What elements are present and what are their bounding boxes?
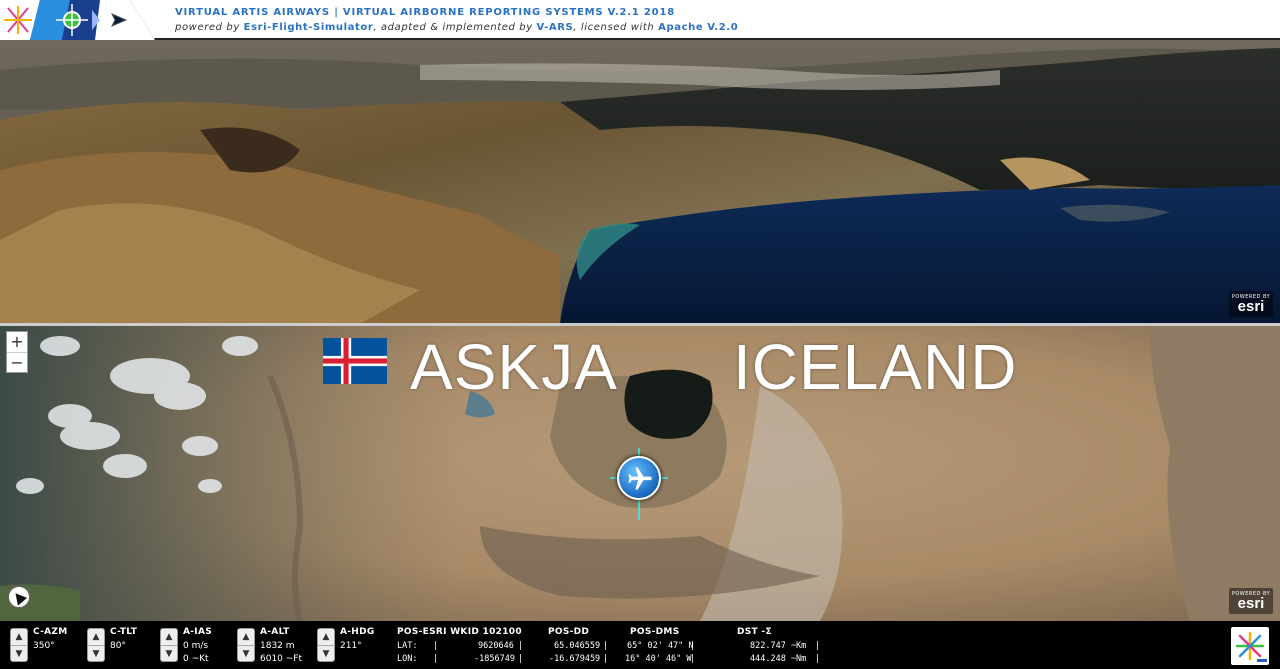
compass-icon[interactable]	[8, 586, 30, 608]
pos-dd-lat-value: 65.046559	[554, 641, 601, 651]
a-hdg-up-button[interactable]: ▲	[318, 629, 334, 645]
app-title: VIRTUAL ARTIS AIRWAYS | VIRTUAL AIRBORNE…	[175, 7, 675, 18]
a-alt-label: A-ALT	[260, 627, 290, 637]
c-azm-up-button[interactable]: ▲	[11, 629, 27, 645]
esri-flight-simulator-link[interactable]: Esri-Flight-Simulator	[244, 22, 374, 33]
pos-dms-lat-sep: |	[690, 641, 696, 651]
c-azm-value: 350°	[33, 641, 55, 651]
pos-dd-label: POS-DD	[548, 627, 590, 637]
map-view-2d[interactable]: + − ASKJA ICELAND POWERED BY esri	[0, 326, 1280, 621]
c-tlt-down-button[interactable]: ▼	[88, 645, 104, 661]
v-ars-app-icon[interactable]	[1231, 627, 1269, 665]
a-alt-up-button[interactable]: ▲	[238, 629, 254, 645]
a-alt-m-value: 1832 m	[260, 641, 295, 651]
pos-dd-lat-sep: |	[603, 641, 609, 651]
esri-logo-3d: POWERED BY esri	[1229, 291, 1273, 317]
virtual-artis-airways-logo	[0, 0, 155, 40]
subtitle-mid: , adapted & implemented by	[373, 22, 537, 33]
c-tlt-label: C-TLT	[110, 627, 138, 637]
a-ias-kt-value: 0 ~Kt	[183, 654, 209, 664]
esri-brand-text: esri	[1237, 595, 1265, 612]
a-hdg-label: A-HDG	[340, 627, 375, 637]
a-ias-label: A-IAS	[183, 627, 212, 637]
pos-dms-label: POS-DMS	[630, 627, 680, 637]
app-subtitle: powered by Esri-Flight-Simulator, adapte…	[175, 22, 738, 33]
app-header: VIRTUAL ARTIS AIRWAYS | VIRTUAL AIRBORNE…	[0, 0, 1280, 40]
pos-dd-lon-value: -16.679459	[549, 654, 601, 664]
instrument-panel: ▲ ▼ C-AZM 350° ▲ ▼ C-TLT 80° ▲ ▼ A-IAS 0…	[0, 621, 1280, 669]
apache-license-link[interactable]: Apache V.2.0	[658, 22, 738, 33]
c-tlt-up-button[interactable]: ▲	[88, 629, 104, 645]
place-name-label: ASKJA	[410, 331, 618, 403]
airplane-icon	[617, 456, 661, 500]
a-ias-up-button[interactable]: ▲	[161, 629, 177, 645]
aircraft-marker	[610, 448, 668, 520]
esri-brand-text: esri	[1237, 298, 1265, 315]
c-azm-label: C-AZM	[33, 627, 68, 637]
pos-esri-lat-value: 9620646	[478, 641, 514, 651]
esri-logo-2d: POWERED BY esri	[1229, 588, 1273, 614]
header-text: VIRTUAL ARTIS AIRWAYS | VIRTUAL AIRBORNE…	[175, 7, 738, 33]
a-alt-down-button[interactable]: ▼	[238, 645, 254, 661]
pos-esri-lon-sep2: |	[518, 654, 524, 664]
pos-esri-lon-label: LON:	[397, 654, 418, 664]
pos-esri-lon-value: -1856749	[474, 654, 515, 664]
c-tlt-value: 80°	[110, 641, 126, 651]
pos-esri-lon-sep: |	[433, 654, 439, 664]
a-hdg-value: 211°	[340, 641, 362, 651]
c-azm-down-button[interactable]: ▼	[11, 645, 27, 661]
pos-dms-lon-sep: |	[690, 654, 696, 664]
pos-dd-lon-sep: |	[603, 654, 609, 664]
zoom-in-button[interactable]: +	[7, 332, 27, 352]
pos-esri-label: POS-ESRI WKID 102100	[397, 627, 522, 637]
a-alt-stepper: ▲ ▼	[237, 628, 255, 662]
pos-esri-lat-label: LAT:	[397, 641, 418, 651]
a-ias-ms-value: 0 m/s	[183, 641, 209, 651]
dst-label: DST -Σ	[737, 627, 772, 637]
zoom-out-button[interactable]: −	[7, 352, 27, 372]
a-hdg-stepper: ▲ ▼	[317, 628, 335, 662]
dst-nm-value: 444.248 ~Nm	[750, 654, 807, 664]
v-ars-link[interactable]: V-ARS	[537, 22, 574, 33]
a-hdg-down-button[interactable]: ▼	[318, 645, 334, 661]
a-alt-ft-value: 6010 ~Ft	[260, 654, 303, 664]
pos-esri-lat-sep: |	[433, 641, 439, 651]
c-tlt-stepper: ▲ ▼	[87, 628, 105, 662]
subtitle-mid2: , licensed with	[573, 22, 659, 33]
a-ias-down-button[interactable]: ▼	[161, 645, 177, 661]
pos-dms-lon-value: 16° 40' 46" W	[625, 654, 692, 664]
c-azm-stepper: ▲ ▼	[10, 628, 28, 662]
dst-nm-sep: |	[815, 654, 821, 664]
iceland-flag-icon	[318, 338, 392, 384]
country-name-label: ICELAND	[733, 331, 1018, 403]
pos-dms-lat-value: 65° 02' 47" N	[627, 641, 694, 651]
dst-km-sep: |	[815, 641, 821, 651]
zoom-control: + −	[6, 331, 28, 373]
a-ias-stepper: ▲ ▼	[160, 628, 178, 662]
scene-view-3d[interactable]: POWERED BY esri	[0, 40, 1280, 324]
dst-km-value: 822.747 ~Km	[750, 641, 807, 651]
subtitle-prefix: powered by	[175, 22, 244, 33]
pos-esri-lat-sep2: |	[518, 641, 524, 651]
